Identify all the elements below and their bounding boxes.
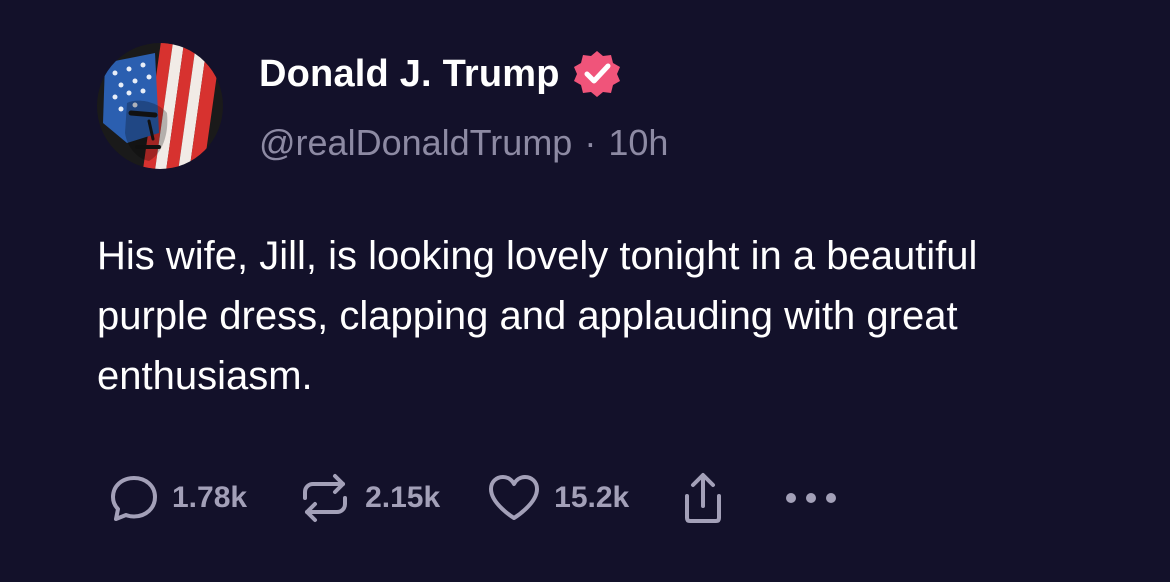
post-text: His wife, Jill, is looking lovely tonigh… xyxy=(97,234,978,398)
handle[interactable]: @realDonaldTrump xyxy=(259,122,572,164)
repost-arrows-icon xyxy=(297,472,353,524)
avatar[interactable] xyxy=(97,43,223,169)
reply-button[interactable]: 1.78k xyxy=(108,472,247,524)
timestamp[interactable]: 10h xyxy=(608,122,668,164)
reply-count: 1.78k xyxy=(172,481,248,514)
name-row: Donald J. Trump xyxy=(259,50,622,98)
heart-icon xyxy=(486,472,542,524)
more-dots-icon xyxy=(783,488,843,508)
repost-count: 2.15k xyxy=(365,481,441,514)
share-upload-icon xyxy=(679,470,727,526)
share-button[interactable] xyxy=(679,470,727,526)
meta-row: @realDonaldTrump · 10h xyxy=(259,120,668,166)
display-name[interactable]: Donald J. Trump xyxy=(259,53,560,96)
meta-separator: · xyxy=(584,122,597,163)
like-button[interactable]: 15.2k xyxy=(486,472,629,524)
post-card: Donald J. Trump @realDonaldTrump · 10h H… xyxy=(0,0,1170,582)
avatar-image xyxy=(97,43,223,169)
action-bar: 1.78k 2.15k 15.2k xyxy=(108,470,843,526)
more-options-button[interactable] xyxy=(783,488,843,508)
verified-badge-icon xyxy=(572,49,622,99)
speech-bubble-icon xyxy=(108,472,160,524)
like-count: 15.2k xyxy=(554,481,630,514)
repost-button[interactable]: 2.15k xyxy=(297,472,440,524)
